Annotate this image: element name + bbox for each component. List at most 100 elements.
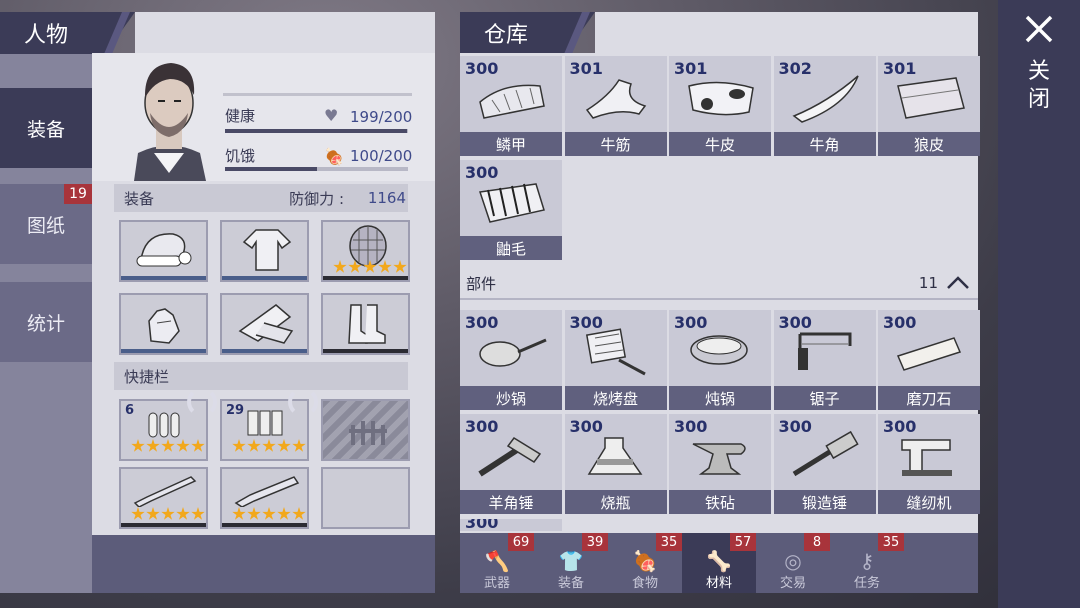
star-icon xyxy=(363,260,377,273)
equip-slot-gloves[interactable] xyxy=(119,293,208,355)
item-icon xyxy=(901,439,952,476)
item-count: 300 xyxy=(465,519,499,531)
storage-item[interactable]: 300 烧瓶 xyxy=(564,414,667,514)
star-icon xyxy=(247,507,261,520)
storage-item[interactable]: 300 锻造锤 xyxy=(773,414,876,514)
pants-icon xyxy=(238,304,294,344)
tab-badge: 8 xyxy=(804,533,830,551)
tab-badge: 57 xyxy=(730,533,756,551)
storage-item[interactable]: 300 鳞甲 xyxy=(460,56,562,156)
category-tab[interactable]: 35 🍖 食物 xyxy=(608,533,682,593)
tab-equipment[interactable]: 装备 xyxy=(0,88,92,168)
health-label: 健康 xyxy=(225,107,256,125)
category-tab[interactable]: 69 🪓 武器 xyxy=(460,533,534,593)
health-bar xyxy=(225,129,408,133)
storage-item[interactable]: 300 羊角锤 xyxy=(460,414,562,514)
slot-count: 29 xyxy=(226,403,245,418)
meat-icon: 🍖 xyxy=(632,549,658,573)
storage-item[interactable]: 301 狼皮 xyxy=(878,56,980,156)
tab-statistics[interactable]: 统计 xyxy=(0,282,92,362)
storage-item[interactable]: 300 炒锅 xyxy=(460,310,562,410)
equip-slot-hat[interactable] xyxy=(119,220,208,282)
shells-icon xyxy=(247,410,283,436)
key-icon: ⚷ xyxy=(859,549,875,573)
star-icon xyxy=(348,260,362,273)
slot-underline xyxy=(121,276,206,280)
quick-slot-rifle[interactable] xyxy=(119,467,208,529)
storage-item[interactable]: 300 磨刀石 xyxy=(878,310,980,410)
star-icon xyxy=(191,439,205,452)
collapse-icon[interactable] xyxy=(946,276,970,290)
star-icon xyxy=(277,439,291,452)
quickbar-section: 快捷栏 xyxy=(114,362,408,390)
storage-item[interactable]: 300 鼬毛 xyxy=(460,160,562,260)
blueprint-badge: 19 xyxy=(64,184,92,204)
item-name: 烧瓶 xyxy=(564,490,667,514)
close-column[interactable]: 关 闭 xyxy=(998,0,1080,608)
storage-item[interactable]: 300 炖锅 xyxy=(669,310,771,410)
item-icon xyxy=(797,332,851,370)
parts-count: 11 xyxy=(918,274,938,292)
item-icon xyxy=(896,337,962,371)
quick-slot-empty[interactable] xyxy=(321,467,410,529)
star-icon xyxy=(146,507,160,520)
category-tab[interactable]: 39 👕 装备 xyxy=(534,533,608,593)
quick-slot-shotgun[interactable] xyxy=(220,467,309,529)
star-icon xyxy=(378,260,392,273)
equip-slot-boots[interactable] xyxy=(321,293,410,355)
category-tab[interactable]: 57 🦴 材料 xyxy=(682,533,756,593)
shirt-icon xyxy=(242,229,292,271)
item-icon xyxy=(690,335,748,365)
close-icon[interactable] xyxy=(1024,14,1054,44)
item-name: 炖锅 xyxy=(669,386,771,410)
category-tab[interactable]: 8 ◎ 交易 xyxy=(756,533,830,593)
star-icon xyxy=(333,260,347,273)
storage-item[interactable]: 300 锯子 xyxy=(773,310,876,410)
star-icon xyxy=(232,439,246,452)
parts-title: 部件 xyxy=(466,274,497,293)
slot-underline xyxy=(222,523,307,527)
equip-slot-pants[interactable] xyxy=(220,293,309,355)
star-icon xyxy=(161,439,175,452)
storage-panel: 300 鳞甲 301 牛筋 301 牛皮 302 牛角 301 狼皮 300 鼬毛 部件 11 300… xyxy=(460,53,980,593)
storage-item[interactable]: 300 铁砧 xyxy=(669,414,771,514)
character-summary: 健康 ♥ 199/200 饥饿 🍖 100/200 xyxy=(92,53,435,181)
partial-item[interactable]: 300 xyxy=(460,519,562,531)
hunger-bar xyxy=(225,167,408,171)
category-tab[interactable]: 35 ⚷ 任务 xyxy=(830,533,904,593)
item-name: 牛筋 xyxy=(564,132,667,156)
defense-value: 1164 xyxy=(367,189,406,207)
item-name: 牛角 xyxy=(773,132,876,156)
storage-item[interactable]: 302 牛角 xyxy=(773,56,876,156)
item-icon xyxy=(587,437,642,475)
star-icon xyxy=(176,439,190,452)
item-icon xyxy=(688,81,754,116)
swap-icon[interactable] xyxy=(187,387,217,417)
tab-blueprints[interactable]: 图纸 19 xyxy=(0,184,92,264)
tab-badge: 69 xyxy=(508,533,534,551)
parts-section[interactable]: 部件 11 xyxy=(460,268,978,300)
item-name: 牛皮 xyxy=(669,132,771,156)
tab-badge: 39 xyxy=(582,533,608,551)
swap-icon[interactable] xyxy=(288,387,318,417)
storage-item[interactable]: 301 牛皮 xyxy=(669,56,771,156)
equip-slot-shield[interactable] xyxy=(321,220,410,282)
star-icon xyxy=(393,260,407,273)
slot-underline xyxy=(121,523,206,527)
gloves-icon xyxy=(148,308,180,344)
storage-item[interactable]: 301 牛筋 xyxy=(564,56,667,156)
item-name: 磨刀石 xyxy=(878,386,980,410)
storage-item[interactable]: 300 缝纫机 xyxy=(878,414,980,514)
ammo-icon xyxy=(148,412,180,438)
storage-item[interactable]: 300 烧烤盘 xyxy=(564,310,667,410)
tab-label: 装备 xyxy=(557,576,584,591)
star-icon xyxy=(292,439,306,452)
equip-slot-shirt[interactable] xyxy=(220,220,309,282)
item-icon xyxy=(897,77,965,119)
close-label[interactable]: 关 闭 xyxy=(1026,58,1052,114)
header-fill xyxy=(135,12,435,54)
star-icon xyxy=(232,507,246,520)
coin-icon: ◎ xyxy=(784,549,802,573)
star-icon xyxy=(277,507,291,520)
item-icon xyxy=(478,437,542,477)
